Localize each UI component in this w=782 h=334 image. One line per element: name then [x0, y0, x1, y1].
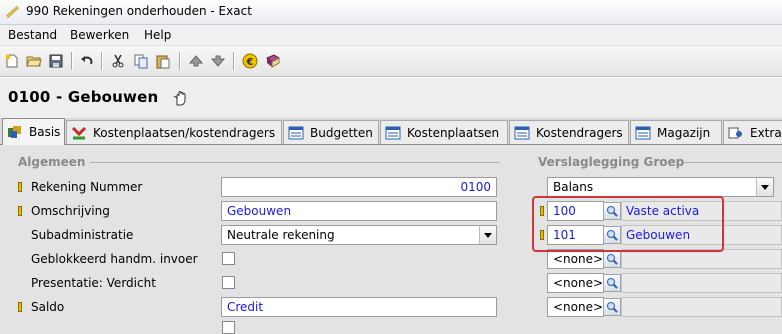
record-header: 0100 - Gebouwen — [0, 77, 782, 119]
label-rekening-nummer: Rekening Nummer — [31, 180, 143, 194]
group-code-input[interactable]: <none> — [547, 297, 604, 317]
rekening-nummer-input[interactable]: 0100 — [221, 177, 497, 197]
tab-kostendragers[interactable]: Kostendragers — [509, 120, 629, 144]
label-omschrijving: Omschrijving — [31, 204, 110, 218]
label-geblokkeerd: Geblokkeerd handm. invoer — [31, 252, 198, 266]
subadministratie-select[interactable]: Neutrale rekening — [221, 225, 497, 245]
page-title: 0100 - Gebouwen — [8, 88, 159, 106]
hand-icon[interactable] — [172, 88, 188, 106]
group-description — [621, 249, 782, 269]
down-icon[interactable] — [208, 51, 228, 71]
required-marker — [18, 206, 22, 216]
copy-icon[interactable] — [131, 51, 151, 71]
required-marker — [18, 302, 22, 312]
section-verslaglegging-groep: Verslaglegging Groep — [538, 155, 685, 169]
tab-basis[interactable]: Basis — [2, 118, 65, 145]
geblokkeerd-checkbox[interactable] — [222, 252, 235, 265]
tab-budgetten[interactable]: Budgetten — [283, 120, 379, 144]
lookup-icon[interactable] — [603, 298, 621, 316]
paste-icon[interactable] — [153, 51, 173, 71]
section-algemeen: Algemeen — [18, 155, 86, 169]
menu-bewerken[interactable]: Bewerken — [70, 28, 129, 42]
menu-bar: Bestand Bewerken Help — [0, 25, 782, 45]
tab-magazijn[interactable]: Magazijn — [630, 120, 722, 144]
basis-tab-icon — [8, 126, 21, 138]
checkbox-partial[interactable] — [222, 321, 235, 334]
tab-label: Extra — [750, 125, 782, 140]
kostenplaatsen-tab-icon — [385, 126, 401, 139]
lookup-icon[interactable] — [603, 274, 621, 292]
verslaglegging-type-select[interactable]: Balans — [547, 177, 774, 197]
new-icon[interactable] — [2, 51, 22, 71]
tab-extra[interactable]: Extra — [723, 120, 782, 144]
verslaglegging-type-value: Balans — [553, 180, 594, 194]
extra-tab-icon — [728, 127, 742, 138]
label-presentatie-verdicht: Presentatie: Verdicht — [31, 276, 156, 290]
euro-icon[interactable]: € — [240, 51, 260, 71]
kostenplaatsen-kostendragers-tab-icon — [71, 126, 87, 139]
kostendragers-tab-icon — [514, 126, 530, 139]
tab-kostenplaatsen[interactable]: Kostenplaatsen — [380, 120, 508, 144]
label-subadministratie: Subadministratie — [31, 228, 134, 242]
highlight-box — [532, 196, 724, 252]
group-code-input[interactable]: <none> — [547, 249, 604, 269]
lookup-icon[interactable] — [603, 250, 621, 268]
subadministratie-value: Neutrale rekening — [227, 228, 335, 242]
title-bar: 990 Rekeningen onderhouden - Exact — [0, 0, 782, 25]
tab-label: Kostenplaatsen/kostendragers — [93, 125, 276, 140]
section-divider — [684, 162, 782, 163]
book-icon[interactable] — [263, 51, 283, 71]
open-icon[interactable] — [24, 51, 44, 71]
budgetten-tab-icon — [288, 126, 304, 139]
tab-label: Magazijn — [657, 125, 711, 140]
group-code-input[interactable]: <none> — [547, 273, 604, 293]
presentatie-verdicht-checkbox[interactable] — [222, 276, 235, 289]
toolbar: € — [0, 46, 782, 77]
tab-label: Kostendragers — [536, 125, 623, 140]
required-marker — [18, 182, 22, 192]
chevron-down-icon[interactable] — [479, 226, 496, 244]
saldo-select[interactable]: Credit — [221, 297, 497, 317]
menu-help[interactable]: Help — [144, 28, 171, 42]
label-saldo: Saldo — [31, 300, 65, 314]
up-icon[interactable] — [186, 51, 206, 71]
omschrijving-input[interactable]: Gebouwen — [221, 201, 497, 221]
cut-icon[interactable] — [108, 51, 128, 71]
menu-bestand[interactable]: Bestand — [8, 28, 57, 42]
chevron-down-icon[interactable] — [756, 178, 773, 196]
save-icon[interactable] — [46, 51, 66, 71]
group-description — [621, 273, 782, 293]
group-description — [621, 297, 782, 317]
window-title: 990 Rekeningen onderhouden - Exact — [26, 4, 252, 18]
undo-icon[interactable] — [77, 51, 97, 71]
tab-label: Basis — [29, 125, 61, 139]
tab-bar: Basis Kostenplaatsen/kostendragers Budge… — [0, 118, 782, 145]
magazijn-tab-icon — [635, 126, 651, 139]
tab-label: Budgetten — [310, 125, 373, 140]
svg-text:€: € — [246, 57, 254, 68]
section-divider — [90, 162, 500, 163]
tab-kostenplaatsen-kostendragers[interactable]: Kostenplaatsen/kostendragers — [66, 120, 282, 144]
tab-label: Kostenplaatsen — [407, 125, 500, 140]
exact-app-icon — [6, 5, 20, 19]
